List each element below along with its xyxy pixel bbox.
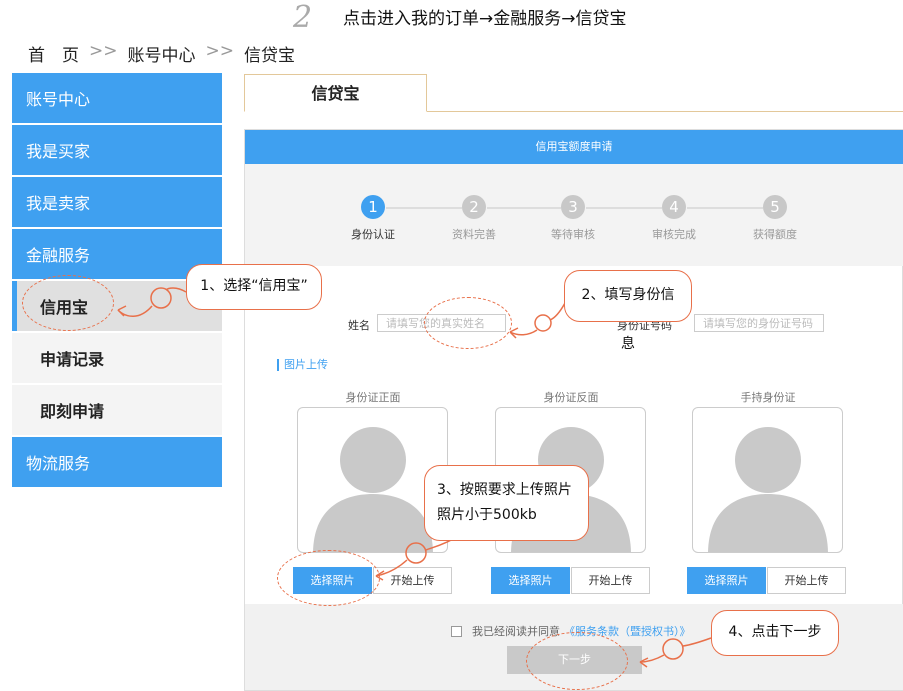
annotation-step-3: 3、按照要求上传照片 照片小于500kb (424, 465, 589, 541)
annotation-step-1: 1、选择“信用宝” (186, 264, 322, 310)
annotation-step-4: 4、点击下一步 (711, 610, 839, 656)
annotation-step-3-line-2: 照片小于500kb (437, 507, 537, 523)
annotation-step-2: 2、填写身份信息 (564, 270, 692, 352)
highlight-oval-name (424, 297, 512, 349)
highlight-oval-select-photo (277, 550, 380, 606)
annotation-step-3-line-1: 3、按照要求上传照片 (437, 482, 572, 498)
highlight-oval-next (526, 632, 628, 690)
highlight-oval-credit (22, 275, 114, 331)
